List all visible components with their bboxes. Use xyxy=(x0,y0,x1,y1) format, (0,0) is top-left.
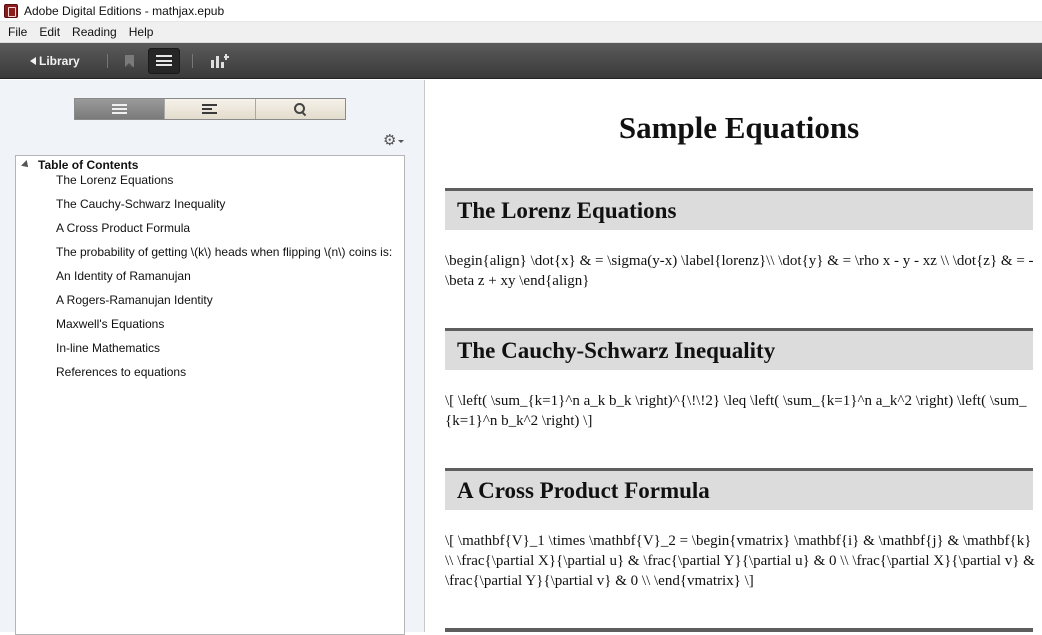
toc-item[interactable]: In-line Mathematics xyxy=(56,341,392,365)
search-icon xyxy=(294,103,306,115)
view-switcher xyxy=(74,98,346,120)
library-label: Library xyxy=(39,53,80,68)
toc-item[interactable]: A Cross Product Formula xyxy=(56,221,392,245)
list-icon xyxy=(155,55,172,66)
section-heading: A Cross Product Formula xyxy=(445,468,1033,510)
menu-file[interactable]: File xyxy=(2,25,33,39)
section-heading: The Cauchy-Schwarz Inequality xyxy=(445,328,1033,370)
toc-view-tab[interactable] xyxy=(75,99,166,119)
bookmarks-list-icon xyxy=(202,104,218,114)
toc-item[interactable]: A Rogers-Ramanujan Identity xyxy=(56,293,392,317)
library-button[interactable]: Library xyxy=(30,54,80,68)
toolbar: Library xyxy=(0,43,1042,79)
toc-toggle-button[interactable] xyxy=(147,47,180,74)
section-body: \[ \left( \sum_{k=1}^n a_k b_k \right)^{… xyxy=(445,393,1027,429)
menu-reading[interactable]: Reading xyxy=(66,25,123,39)
toc-list-icon xyxy=(112,104,128,114)
toolbar-separator xyxy=(106,53,108,68)
next-section-rule xyxy=(445,628,1033,632)
bookmark-icon[interactable] xyxy=(124,54,134,67)
reading-pane: Sample Equations The Lorenz Equations \b… xyxy=(426,80,1042,632)
toc-item[interactable]: An Identity of Ramanujan xyxy=(56,269,392,293)
gear-icon[interactable]: ⚙ xyxy=(383,132,404,148)
toc-item[interactable]: The probability of getting \(k\) heads w… xyxy=(56,245,392,269)
document-title: Sample Equations xyxy=(618,110,860,145)
app-icon xyxy=(4,3,18,18)
toc-item[interactable]: The Cauchy-Schwarz Inequality xyxy=(56,197,392,221)
back-arrow-icon xyxy=(30,56,36,65)
toc-list: The Lorenz Equations The Cauchy-Schwarz … xyxy=(56,173,392,389)
toc-item[interactable]: Maxwell's Equations xyxy=(56,317,392,341)
collapse-caret-icon[interactable] xyxy=(21,160,31,170)
menu-edit[interactable]: Edit xyxy=(33,25,66,39)
toc-item[interactable]: The Lorenz Equations xyxy=(56,173,392,197)
toc-root[interactable]: Table of Contents xyxy=(21,158,139,172)
section-body: \[ \mathbf{V}_1 \times \mathbf{V}_2 = \b… xyxy=(445,533,1035,589)
title-bar: Adobe Digital Editions - mathjax.epub xyxy=(0,0,1042,22)
window-title: Adobe Digital Editions - mathjax.epub xyxy=(24,3,225,18)
toolbar-separator xyxy=(191,53,193,68)
section-heading: The Lorenz Equations xyxy=(445,188,1033,230)
toc-header-label: Table of Contents xyxy=(38,158,139,172)
search-view-tab[interactable] xyxy=(255,99,345,119)
menu-bar: File Edit Reading Help xyxy=(0,22,1042,43)
add-bar-chart-icon[interactable] xyxy=(210,53,229,68)
navigation-pane: ⚙ Table of Contents The Lorenz Equations… xyxy=(0,80,425,635)
bookmarks-view-tab[interactable] xyxy=(165,99,256,119)
toc-tree: Table of Contents The Lorenz Equations T… xyxy=(15,155,405,635)
section-body: \begin{align} \dot{x} & = \sigma(y-x) \l… xyxy=(445,253,1034,289)
menu-help[interactable]: Help xyxy=(123,25,160,39)
toc-item[interactable]: References to equations xyxy=(56,365,392,389)
